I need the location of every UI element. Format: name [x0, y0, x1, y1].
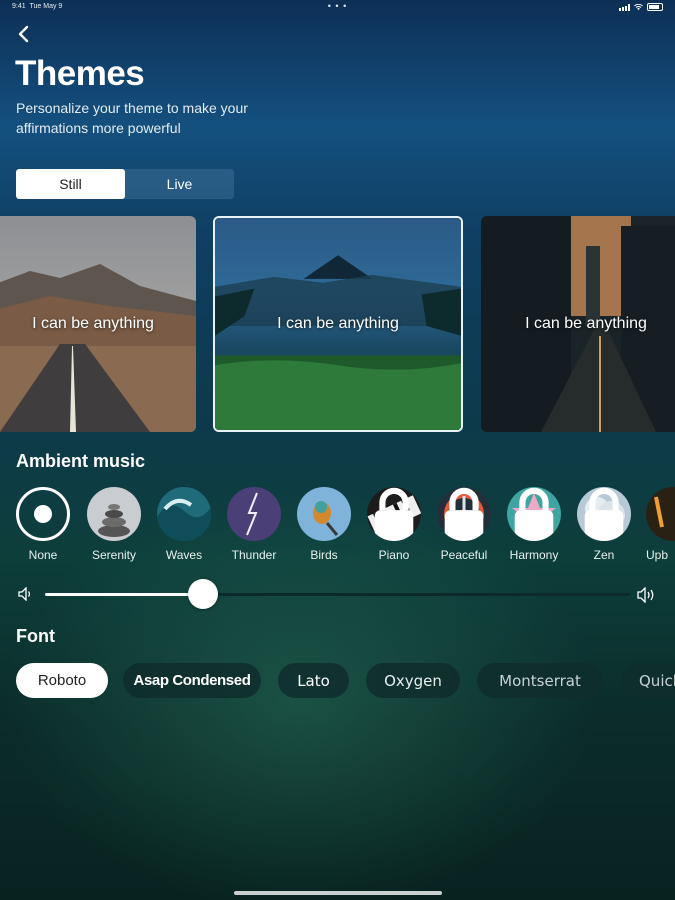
- upbeat-icon: [646, 487, 675, 541]
- music-label: Zen: [593, 548, 615, 562]
- music-label: Upb: [646, 548, 669, 562]
- theme-card-text: I can be anything: [277, 315, 399, 332]
- page-title: Themes: [15, 54, 145, 93]
- font-chip-lato[interactable]: Lato: [278, 663, 349, 698]
- music-label: Harmony: [509, 548, 559, 562]
- font-chip-montserrat[interactable]: Montserrat: [477, 663, 603, 698]
- volume-low-icon[interactable]: [18, 587, 34, 601]
- font-heading: Font: [16, 626, 55, 646]
- music-harmony[interactable]: Harmony: [506, 487, 562, 562]
- mode-segmented-control: Still Live: [16, 169, 234, 199]
- status-icons: [619, 3, 663, 11]
- music-birds[interactable]: Birds: [296, 487, 352, 562]
- music-zen[interactable]: Zen: [576, 487, 632, 562]
- music-none[interactable]: None: [15, 487, 71, 562]
- selected-dot-icon: [34, 505, 52, 523]
- home-indicator: [234, 891, 442, 895]
- font-chip-quicksand[interactable]: Quick: [621, 663, 675, 698]
- music-label: Thunder: [231, 548, 277, 562]
- font-chip-asap-condensed[interactable]: Asap Condensed: [123, 663, 261, 698]
- music-label: Waves: [165, 548, 203, 562]
- bird-icon: [297, 487, 351, 541]
- waves-icon: [157, 487, 211, 541]
- music-label: Birds: [310, 548, 338, 562]
- status-bar: 9:41 Tue May 9 • • •: [12, 1, 663, 15]
- volume-high-icon[interactable]: [637, 587, 659, 603]
- lock-icon: [374, 487, 414, 541]
- harmony-icon: [507, 487, 561, 541]
- volume-fill: [45, 593, 203, 596]
- wifi-icon: [634, 3, 643, 10]
- music-label: Piano: [378, 548, 410, 562]
- tab-live[interactable]: Live: [125, 169, 234, 199]
- theme-card-text: I can be anything: [32, 315, 154, 332]
- theme-card-volcano[interactable]: I can be anything: [213, 216, 463, 432]
- music-label: Serenity: [91, 548, 137, 562]
- music-thunder[interactable]: Thunder: [226, 487, 282, 562]
- tab-still[interactable]: Still: [16, 169, 125, 199]
- music-label: None: [28, 548, 58, 562]
- theme-card-text: I can be anything: [525, 315, 647, 332]
- zen-icon: [577, 487, 631, 541]
- music-serenity[interactable]: Serenity: [86, 487, 142, 562]
- font-chip-roboto[interactable]: Roboto: [16, 663, 108, 698]
- chevron-left-icon: [18, 25, 29, 43]
- music-upbeat[interactable]: Upb: [646, 487, 675, 562]
- theme-card-road[interactable]: I can be anything: [0, 216, 196, 432]
- peace-icon: [437, 487, 491, 541]
- lock-icon: [444, 487, 484, 541]
- battery-icon: [647, 3, 663, 11]
- music-waves[interactable]: Waves: [156, 487, 212, 562]
- page-subtitle: Personalize your theme to make your affi…: [16, 100, 248, 136]
- none-option-ring: [16, 487, 70, 541]
- ambient-music-heading: Ambient music: [16, 451, 146, 471]
- lock-icon: [514, 487, 554, 541]
- back-button[interactable]: [14, 24, 34, 44]
- stones-icon: [87, 487, 141, 541]
- volume-track[interactable]: [45, 593, 630, 596]
- music-piano[interactable]: Piano: [366, 487, 422, 562]
- lock-icon: [584, 487, 624, 541]
- font-chip-oxygen[interactable]: Oxygen: [366, 663, 460, 698]
- piano-icon: [367, 487, 421, 541]
- status-time: 9:41 Tue May 9: [12, 3, 63, 10]
- signal-icon: [619, 3, 630, 11]
- multitasking-dots[interactable]: • • •: [328, 1, 347, 11]
- music-label: Peaceful: [440, 548, 488, 562]
- theme-card-city[interactable]: I can be anything: [481, 216, 675, 432]
- lightning-icon: [227, 487, 281, 541]
- music-peaceful[interactable]: Peaceful: [436, 487, 492, 562]
- volume-slider-thumb[interactable]: [187, 579, 218, 609]
